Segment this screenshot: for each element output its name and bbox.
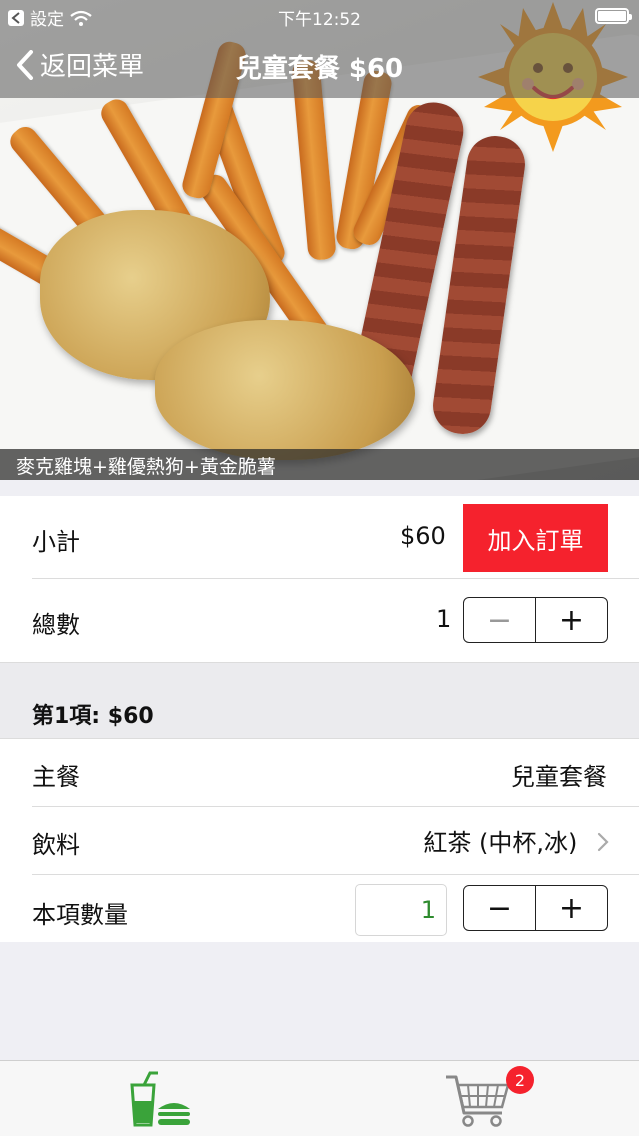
item-quantity-input[interactable]: 1: [355, 884, 447, 936]
main-course-value: 兒童套餐: [511, 763, 607, 791]
total-stepper: − +: [463, 597, 608, 643]
total-increment-button[interactable]: +: [535, 598, 607, 642]
total-value: 1: [436, 605, 452, 633]
subtotal-row: 小計 $60 加入訂單: [32, 496, 639, 579]
status-time: 下午12:52: [278, 10, 361, 30]
shopping-cart-icon: [446, 1075, 510, 1127]
item-header-label: 第1項: $60: [32, 704, 154, 729]
drink-burger-icon: [130, 1071, 190, 1127]
subtotal-value: $60: [400, 522, 446, 550]
tab-bar: [0, 1060, 639, 1136]
tab-cart[interactable]: [444, 1069, 514, 1133]
nugget: [155, 320, 415, 460]
item-section-header: 第1項: $60: [0, 662, 639, 739]
status-bar: 設定 下午12:52: [0, 0, 639, 32]
main-course-row: 主餐 兒童套餐: [32, 739, 639, 807]
battery-icon: [595, 8, 632, 24]
item-panel: 主餐 兒童套餐 飲料 紅茶 (中杯,冰) 本項數量 1 − +: [0, 739, 639, 942]
nav-bar: 返回菜單 兒童套餐 $60: [0, 32, 639, 98]
drink-value-wrap: 紅茶 (中杯,冰): [423, 823, 609, 858]
cart-count-badge: 2: [506, 1066, 534, 1094]
total-decrement-button[interactable]: −: [464, 598, 535, 642]
add-to-order-button[interactable]: 加入訂單: [463, 504, 608, 572]
item-increment-button[interactable]: +: [535, 886, 607, 930]
summary-panel: 小計 $60 加入訂單 總數 1 − +: [0, 496, 639, 662]
total-row: 總數 1 − +: [32, 579, 639, 662]
main-course-label: 主餐: [32, 763, 80, 791]
drink-row[interactable]: 飲料 紅茶 (中杯,冰): [32, 807, 639, 875]
total-label: 總數: [32, 611, 80, 639]
page-title: 兒童套餐 $60: [235, 54, 404, 84]
drink-value: 紅茶 (中杯,冰): [423, 829, 578, 857]
chevron-right-icon: [597, 832, 609, 852]
item-caption: 麥克雞塊+雞優熱狗+黃金脆薯: [0, 449, 639, 480]
tab-menu[interactable]: [124, 1069, 194, 1133]
item-quantity-label: 本項數量: [32, 901, 128, 929]
subtotal-label: 小計: [32, 528, 80, 556]
drink-label: 飲料: [32, 831, 80, 859]
item-quantity-stepper: − +: [463, 885, 608, 931]
item-decrement-button[interactable]: −: [464, 886, 535, 930]
item-quantity-row: 本項數量 1 − +: [32, 875, 639, 942]
